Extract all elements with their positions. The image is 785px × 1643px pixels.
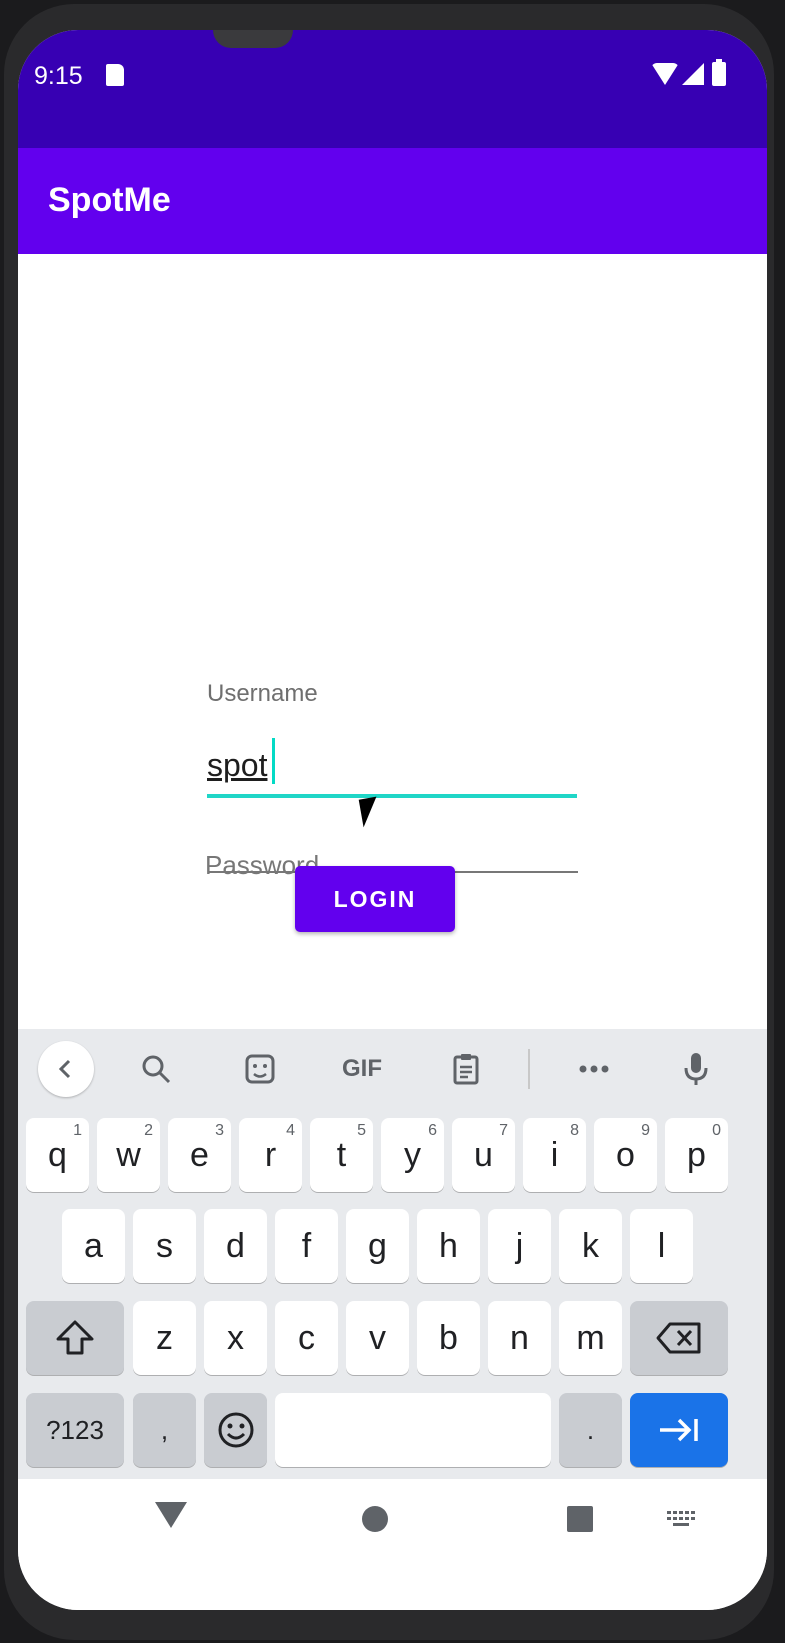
shift-icon — [56, 1320, 94, 1355]
key-e[interactable]: e3 — [168, 1118, 231, 1192]
key-hint: 8 — [570, 1122, 579, 1139]
toolbar-divider — [528, 1049, 530, 1089]
text-caret — [272, 738, 275, 784]
key-label: p — [687, 1135, 706, 1174]
key-hint: 2 — [144, 1122, 153, 1139]
app-title: SpotMe — [48, 181, 171, 219]
key-hint: 1 — [73, 1122, 82, 1139]
key-hint: 3 — [215, 1122, 224, 1139]
key-hint: 7 — [499, 1122, 508, 1139]
sticker-icon[interactable] — [232, 1041, 288, 1097]
key-r[interactable]: r4 — [239, 1118, 302, 1192]
key-t[interactable]: t5 — [310, 1118, 373, 1192]
key-label: r — [264, 1135, 277, 1174]
status-time: 9:15 — [34, 62, 83, 90]
key-hint: 4 — [286, 1122, 295, 1139]
emoji-icon — [218, 1412, 253, 1448]
key-v[interactable]: v — [346, 1301, 409, 1375]
microphone-icon[interactable] — [668, 1041, 724, 1097]
gif-button[interactable]: GIF — [334, 1041, 390, 1097]
key-hint: 6 — [428, 1122, 437, 1139]
key-h[interactable]: h — [417, 1209, 480, 1283]
key-p[interactable]: p0 — [665, 1118, 728, 1192]
key-label: t — [336, 1135, 347, 1174]
key-label: q — [48, 1135, 67, 1174]
key-n[interactable]: n — [488, 1301, 551, 1375]
navigation-bar — [18, 1479, 767, 1610]
key-label: y — [404, 1135, 421, 1174]
shift-key[interactable] — [26, 1301, 124, 1375]
key-m[interactable]: m — [559, 1301, 622, 1375]
signal-icon — [682, 63, 704, 85]
keyboard-toolbar: GIF — [18, 1029, 767, 1109]
keyboard-switch-icon[interactable] — [667, 1511, 697, 1529]
more-icon[interactable] — [566, 1041, 622, 1097]
login-form: Username spot Password LOGIN — [18, 254, 767, 1029]
key-j[interactable]: j — [488, 1209, 551, 1283]
key-q[interactable]: q1 — [26, 1118, 89, 1192]
key-i[interactable]: i8 — [523, 1118, 586, 1192]
key-label: e — [190, 1135, 209, 1174]
comma-key[interactable]: , — [133, 1393, 196, 1467]
key-d[interactable]: d — [204, 1209, 267, 1283]
space-key[interactable] — [275, 1393, 551, 1467]
app-bar: SpotMe — [18, 148, 767, 254]
next-key[interactable] — [630, 1393, 728, 1467]
nav-home-icon[interactable] — [362, 1506, 388, 1532]
mouse-pointer-icon — [358, 796, 382, 828]
wifi-icon — [651, 63, 679, 85]
nav-recents-icon[interactable] — [567, 1506, 593, 1532]
front-camera — [213, 30, 293, 48]
key-y[interactable]: y6 — [381, 1118, 444, 1192]
phone-screen: 9:15 SpotMe Username spot Password LOGIN — [18, 30, 767, 1610]
key-hint: 5 — [357, 1122, 366, 1139]
key-label: u — [474, 1135, 493, 1174]
clipboard-icon[interactable] — [438, 1041, 494, 1097]
key-g[interactable]: g — [346, 1209, 409, 1283]
tab-next-icon — [660, 1418, 698, 1442]
key-label: w — [116, 1135, 141, 1174]
chevron-left-icon[interactable] — [38, 1041, 94, 1097]
backspace-key[interactable] — [630, 1301, 728, 1375]
key-c[interactable]: c — [275, 1301, 338, 1375]
sd-card-icon — [106, 64, 124, 86]
username-text: spot — [207, 747, 268, 783]
key-b[interactable]: b — [417, 1301, 480, 1375]
username-underline — [207, 794, 577, 798]
key-f[interactable]: f — [275, 1209, 338, 1283]
key-x[interactable]: x — [204, 1301, 267, 1375]
status-bar: 9:15 — [18, 30, 767, 148]
key-l[interactable]: l — [630, 1209, 693, 1283]
search-icon[interactable] — [128, 1041, 184, 1097]
key-hint: 9 — [641, 1122, 650, 1139]
battery-icon — [712, 59, 726, 86]
symbols-key[interactable]: ?123 — [26, 1393, 124, 1467]
key-label: o — [616, 1135, 635, 1174]
key-a[interactable]: a — [62, 1209, 125, 1283]
login-button[interactable]: LOGIN — [295, 866, 455, 932]
key-label: i — [550, 1135, 559, 1174]
soft-keyboard: GIF q1 w2 e3 r4 t5 y6 u7 i8 o9 p 0 a s d… — [18, 1029, 767, 1479]
key-s[interactable]: s — [133, 1209, 196, 1283]
username-label: Username — [207, 680, 318, 707]
phone-device: 9:15 SpotMe Username spot Password LOGIN — [0, 0, 785, 1643]
emoji-key[interactable] — [204, 1393, 267, 1467]
key-hint: 0 — [712, 1122, 721, 1139]
key-z[interactable]: z — [133, 1301, 196, 1375]
username-input[interactable]: spot — [207, 747, 267, 784]
key-w[interactable]: w2 — [97, 1118, 160, 1192]
key-o[interactable]: o9 — [594, 1118, 657, 1192]
nav-back-icon[interactable] — [155, 1502, 187, 1528]
period-key[interactable]: . — [559, 1393, 622, 1467]
key-u[interactable]: u7 — [452, 1118, 515, 1192]
backspace-icon — [656, 1322, 701, 1354]
key-k[interactable]: k — [559, 1209, 622, 1283]
